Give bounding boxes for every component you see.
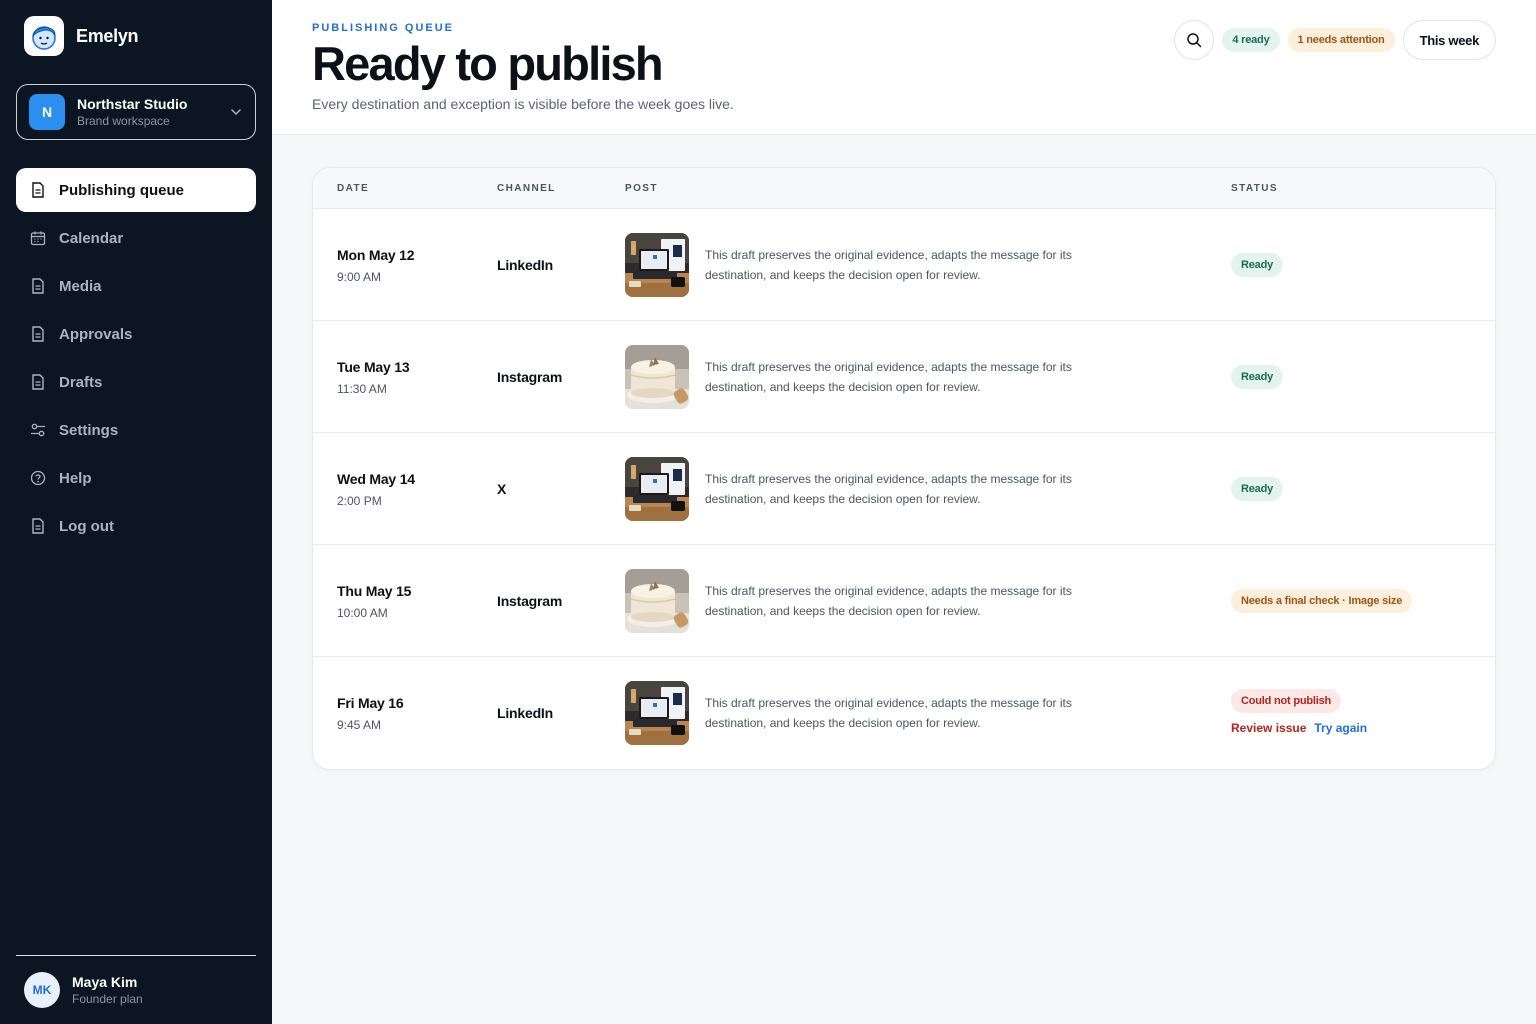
sidebar-item-help[interactable]: Help <box>16 456 256 500</box>
sidebar-item-media[interactable]: Media <box>16 264 256 308</box>
sidebar-item-label: Calendar <box>59 229 124 247</box>
sidebar-item-drafts[interactable]: Drafts <box>16 360 256 404</box>
post-thumbnail[interactable] <box>625 569 689 633</box>
document-icon <box>30 374 46 390</box>
date-range-button[interactable]: This week <box>1402 20 1496 60</box>
sidebar-item-approvals[interactable]: Approvals <box>16 312 256 356</box>
brand[interactable]: Emelyn <box>24 16 139 56</box>
user-name: Maya Kim <box>72 974 138 990</box>
status-badge: Could not publish <box>1231 689 1342 713</box>
row-channel: Instagram <box>497 369 563 385</box>
page-header: PUBLISHING QUEUE Ready to publish Every … <box>272 0 1536 135</box>
sliders-icon <box>30 422 46 438</box>
sidebar-nav: Publishing queue Calendar Media Approval… <box>16 168 256 552</box>
status-badge: Ready <box>1231 365 1284 389</box>
search-icon <box>1187 33 1202 48</box>
table-row[interactable]: Thu May 15 10:00 AM Instagram This draft p… <box>313 545 1495 657</box>
try-again-link[interactable]: Try again <box>1314 721 1367 735</box>
post-thumbnail[interactable] <box>625 457 689 521</box>
ready-count-badge: 4 ready <box>1222 28 1280 52</box>
row-actions: Review issue Try again <box>1231 721 1367 735</box>
sidebar-item-label: Drafts <box>59 373 103 391</box>
workspace-name: Northstar Studio <box>77 96 188 112</box>
chevron-down-icon <box>231 109 241 116</box>
sidebar-divider <box>16 955 256 956</box>
post-thumbnail[interactable] <box>625 345 689 409</box>
cake-photo-icon <box>625 569 689 633</box>
sidebar-item-label: Help <box>59 469 92 487</box>
status-badge: Ready <box>1231 477 1284 501</box>
workspace-switcher[interactable]: N Northstar Studio Brand workspace <box>16 84 256 140</box>
search-button[interactable] <box>1174 20 1215 60</box>
post-thumbnail[interactable] <box>625 233 689 297</box>
row-channel: LinkedIn <box>497 705 553 721</box>
document-icon <box>30 326 46 342</box>
column-header-channel: CHANNEL <box>497 183 556 194</box>
brand-logo-icon <box>24 16 64 56</box>
document-icon <box>30 182 46 198</box>
status-badge: Ready <box>1231 253 1284 277</box>
attention-count-badge: 1 needs attention <box>1287 28 1395 52</box>
laptop-photo-icon <box>625 681 689 745</box>
table-row[interactable]: Wed May 14 2:00 PM X This draft preserves … <box>313 433 1495 545</box>
row-channel: Instagram <box>497 593 563 609</box>
column-header-date: DATE <box>337 183 370 194</box>
row-date: Mon May 12 <box>337 247 415 263</box>
row-date: Wed May 14 <box>337 471 415 487</box>
page-subtitle: Every destination and exception is visib… <box>312 96 734 112</box>
row-time: 2:00 PM <box>337 494 382 508</box>
user-plan: Founder plan <box>72 992 143 1006</box>
row-channel: X <box>497 481 507 497</box>
user-profile[interactable]: MK Maya Kim Founder plan <box>24 972 143 1008</box>
row-time: 10:00 AM <box>337 606 388 620</box>
document-icon <box>30 278 46 294</box>
status-badge: Needs a final check · Image size <box>1231 589 1413 613</box>
row-date: Thu May 15 <box>337 583 412 599</box>
post-preview-text: This draft preserves the original eviden… <box>705 248 1072 282</box>
header-controls: 4 ready 1 needs attention This week <box>1174 20 1496 60</box>
row-time: 11:30 AM <box>337 382 387 396</box>
table-header: DATE CHANNEL POST STATUS <box>313 168 1495 209</box>
sidebar-item-label: Settings <box>59 421 119 439</box>
sidebar-item-label: Publishing queue <box>59 181 185 199</box>
cake-photo-icon <box>625 345 689 409</box>
row-date: Tue May 13 <box>337 359 410 375</box>
row-date: Fri May 16 <box>337 695 404 711</box>
page-title: Ready to publish <box>312 37 664 90</box>
calendar-icon <box>30 230 46 246</box>
help-circle-icon <box>30 470 46 486</box>
row-time: 9:00 AM <box>337 270 382 284</box>
sidebar-item-label: Approvals <box>59 325 133 343</box>
post-preview-text: This draft preserves the original eviden… <box>705 584 1072 618</box>
workspace-avatar: N <box>29 94 65 130</box>
table-row[interactable]: Fri May 16 9:45 AM LinkedIn This draft pre… <box>313 657 1495 769</box>
table-row[interactable]: Tue May 13 11:30 AM Instagram This draft p… <box>313 321 1495 433</box>
avatar: MK <box>24 972 60 1008</box>
table-row[interactable]: Mon May 12 9:00 AM LinkedIn This draft pre… <box>313 209 1495 321</box>
laptop-photo-icon <box>625 457 689 521</box>
workspace-subtitle: Brand workspace <box>77 114 170 128</box>
brand-name: Emelyn <box>76 25 139 46</box>
post-thumbnail[interactable] <box>625 681 689 745</box>
sidebar-item-label: Log out <box>59 517 114 535</box>
row-time: 9:45 AM <box>337 718 382 732</box>
row-channel: LinkedIn <box>497 257 553 273</box>
sidebar-item-calendar[interactable]: Calendar <box>16 216 256 260</box>
laptop-photo-icon <box>625 233 689 297</box>
publishing-queue-table: DATE CHANNEL POST STATUS Mon May 12 9:00 … <box>312 167 1496 770</box>
column-header-status: STATUS <box>1231 183 1278 194</box>
sidebar-item-settings[interactable]: Settings <box>16 408 256 452</box>
post-preview-text: This draft preserves the original eviden… <box>705 696 1072 730</box>
post-preview-text: This draft preserves the original eviden… <box>705 472 1072 506</box>
sidebar-item-publishing-queue[interactable]: Publishing queue <box>16 168 256 212</box>
review-issue-link[interactable]: Review issue <box>1231 721 1306 735</box>
column-header-post: POST <box>625 183 658 194</box>
sidebar-item-label: Media <box>59 277 102 295</box>
page-eyebrow: PUBLISHING QUEUE <box>312 22 455 34</box>
document-icon <box>30 518 46 534</box>
sidebar-item-log-out[interactable]: Log out <box>16 504 256 548</box>
post-preview-text: This draft preserves the original eviden… <box>705 360 1072 394</box>
sidebar: Emelyn N Northstar Studio Brand workspac… <box>0 0 272 1024</box>
